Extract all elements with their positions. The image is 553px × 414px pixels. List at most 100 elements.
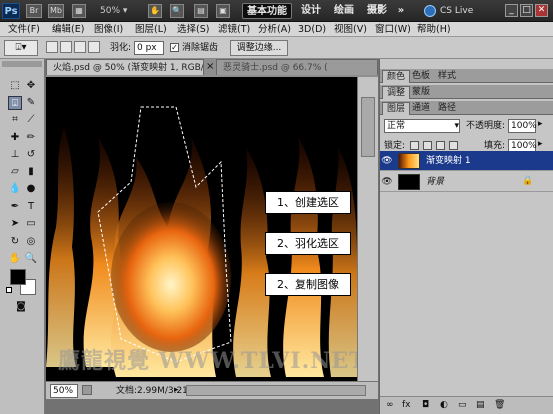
antialias-checkbox[interactable]: ✓	[170, 43, 179, 52]
tab-color[interactable]: 颜色	[382, 70, 411, 83]
menu-image[interactable]: 图像(I)	[94, 22, 123, 37]
3d-orbit-tool-icon[interactable]: ◎	[24, 235, 38, 249]
pen-tool-icon[interactable]: ✒	[8, 200, 22, 214]
menu-window[interactable]: 窗口(W)	[375, 22, 411, 37]
tab-adjustments[interactable]: 调整	[382, 86, 411, 99]
menu-filter[interactable]: 滤镜(T)	[218, 22, 250, 37]
history-brush-tool-icon[interactable]: ↺	[24, 148, 38, 162]
opacity-arrow-icon[interactable]: ▸	[538, 119, 543, 129]
menu-edit[interactable]: 编辑(E)	[52, 22, 84, 37]
menu-layer[interactable]: 图层(L)	[135, 22, 167, 37]
new-layer-icon[interactable]: ▤	[476, 400, 485, 410]
add-to-selection-button[interactable]	[60, 41, 72, 53]
path-selection-tool-icon[interactable]: ➤	[8, 217, 22, 231]
horizontal-scrollbar[interactable]	[186, 385, 366, 396]
brush-tool-icon[interactable]: ✏	[24, 131, 38, 145]
more-workspaces-button[interactable]: »	[396, 3, 406, 19]
close-button[interactable]: ✕	[535, 4, 548, 17]
lock-position-icon[interactable]	[436, 141, 445, 150]
tab-channels[interactable]: 通道	[408, 102, 434, 115]
callout-copy-image: 2、复制图像	[265, 273, 351, 296]
eyedropper-tool-icon[interactable]: ⟋	[24, 113, 38, 127]
menu-view[interactable]: 视图(V)	[334, 22, 367, 37]
lock-transparent-icon[interactable]	[410, 141, 419, 150]
layer-style-icon[interactable]: fx	[402, 400, 411, 410]
screen-mode-button[interactable]: ▣	[216, 4, 230, 18]
quick-selection-tool-icon[interactable]: ✎	[24, 96, 38, 110]
feather-input[interactable]: 0 px	[134, 41, 164, 55]
move-tool-icon[interactable]: ✥	[24, 79, 38, 93]
zoom-tool-icon[interactable]: 🔍	[24, 252, 38, 266]
tool-preset-picker[interactable]: ⍗▾	[4, 40, 38, 56]
mini-bridge-button[interactable]: Mb	[48, 4, 64, 18]
minimize-button[interactable]: _	[505, 4, 518, 17]
default-colors-icon[interactable]	[6, 287, 12, 293]
blend-mode-select[interactable]: 正常 ▾	[384, 119, 460, 133]
bridge-button[interactable]: Br	[26, 4, 42, 18]
foreground-color-swatch[interactable]	[10, 269, 26, 285]
3d-rotate-tool-icon[interactable]: ↻	[8, 235, 22, 249]
menu-help[interactable]: 帮助(H)	[417, 22, 451, 37]
zoom-tool-icon[interactable]: 🔍	[170, 4, 184, 18]
hand-tool-icon[interactable]: ✋	[8, 252, 22, 266]
shape-tool-icon[interactable]: ▭	[24, 217, 38, 231]
spot-healing-tool-icon[interactable]: ✚	[8, 131, 22, 145]
view-extras-button[interactable]: ▦	[72, 4, 86, 18]
menu-select[interactable]: 选择(S)	[177, 22, 209, 37]
intersect-selection-button[interactable]	[88, 41, 100, 53]
maximize-button[interactable]: □	[520, 4, 533, 17]
opacity-input[interactable]: 100%	[508, 119, 537, 133]
tab-fire-psd[interactable]: 火焰.psd @ 50% (渐变映射 1, RGB/8) *	[46, 59, 204, 75]
hand-tool-icon[interactable]: ✋	[148, 4, 162, 18]
type-tool-icon[interactable]: T	[24, 200, 38, 214]
refine-edge-button[interactable]: 调整边缘...	[230, 40, 288, 56]
dodge-tool-icon[interactable]: ●	[24, 182, 38, 196]
menu-bar: 文件(F) 编辑(E) 图像(I) 图层(L) 选择(S) 滤镜(T) 分析(A…	[0, 22, 553, 37]
workspace-painting-button[interactable]: 绘画	[331, 3, 357, 19]
eraser-tool-icon[interactable]: ▱	[8, 165, 22, 179]
layer-row-gradient-map[interactable]: 👁 渐变映射 1	[380, 151, 553, 171]
quick-mask-icon[interactable]: ◙	[14, 300, 28, 314]
workspace-photography-button[interactable]: 摄影	[364, 3, 390, 19]
tab-close-icon[interactable]: ×	[206, 61, 214, 72]
tab-masks[interactable]: 蒙版	[408, 86, 434, 99]
add-mask-icon[interactable]: ◘	[422, 400, 429, 410]
gradient-tool-icon[interactable]: ▮	[24, 165, 38, 179]
tab-paths[interactable]: 路径	[434, 102, 460, 115]
vertical-scrollbar[interactable]	[357, 77, 378, 381]
menu-analysis[interactable]: 分析(A)	[258, 22, 291, 37]
blur-tool-icon[interactable]: 💧	[8, 182, 22, 196]
menu-3d[interactable]: 3D(D)	[298, 22, 326, 37]
scrollbar-thumb[interactable]	[361, 97, 375, 157]
delete-layer-icon[interactable]: 🗑	[494, 400, 505, 410]
tab-styles[interactable]: 样式	[434, 70, 460, 83]
link-layers-icon[interactable]: ∞	[386, 400, 394, 410]
subtract-from-selection-button[interactable]	[74, 41, 86, 53]
tab-ghost-rider-psd[interactable]: 恶灵骑士.psd @ 66.7% (	[216, 59, 378, 75]
tab-swatches[interactable]: 色板	[408, 70, 434, 83]
menu-file[interactable]: 文件(F)	[8, 22, 40, 37]
new-selection-button[interactable]	[46, 41, 58, 53]
workspace-design-button[interactable]: 设计	[298, 3, 324, 19]
new-group-icon[interactable]: ▭	[458, 400, 467, 410]
marquee-tool-icon[interactable]: ⬚	[8, 79, 22, 93]
image-canvas[interactable]: 1、创建选区 2、羽化选区 2、复制图像 鷹龍視覺 WWW.TLVI.NET	[46, 77, 357, 381]
status-menu-arrow[interactable]: ▸	[174, 385, 179, 395]
crop-tool-icon[interactable]: ⌗	[8, 113, 22, 127]
visibility-eye-icon[interactable]: 👁	[380, 172, 394, 192]
workspace-essentials-button[interactable]: 基本功能	[242, 3, 292, 19]
adjustment-layer-icon[interactable]: ◐	[440, 400, 448, 410]
arrange-documents-button[interactable]: ▤	[194, 4, 208, 18]
tab-layers[interactable]: 图层	[382, 102, 411, 115]
lock-all-icon[interactable]	[449, 141, 458, 150]
layer-row-background[interactable]: 👁 背景 🔒	[380, 172, 553, 192]
fill-arrow-icon[interactable]: ▸	[538, 139, 543, 149]
polygonal-lasso-tool-icon[interactable]: ⍗	[8, 96, 22, 110]
fire-image	[46, 77, 357, 381]
zoom-level-dropdown[interactable]: 50% ▾	[100, 4, 127, 18]
lock-pixels-icon[interactable]	[423, 141, 432, 150]
cslive-button[interactable]: CS Live	[440, 3, 473, 19]
status-zoom-input[interactable]: 50%	[50, 384, 78, 398]
clone-stamp-tool-icon[interactable]: ⊥	[8, 148, 22, 162]
visibility-eye-icon[interactable]: 👁	[380, 151, 394, 171]
